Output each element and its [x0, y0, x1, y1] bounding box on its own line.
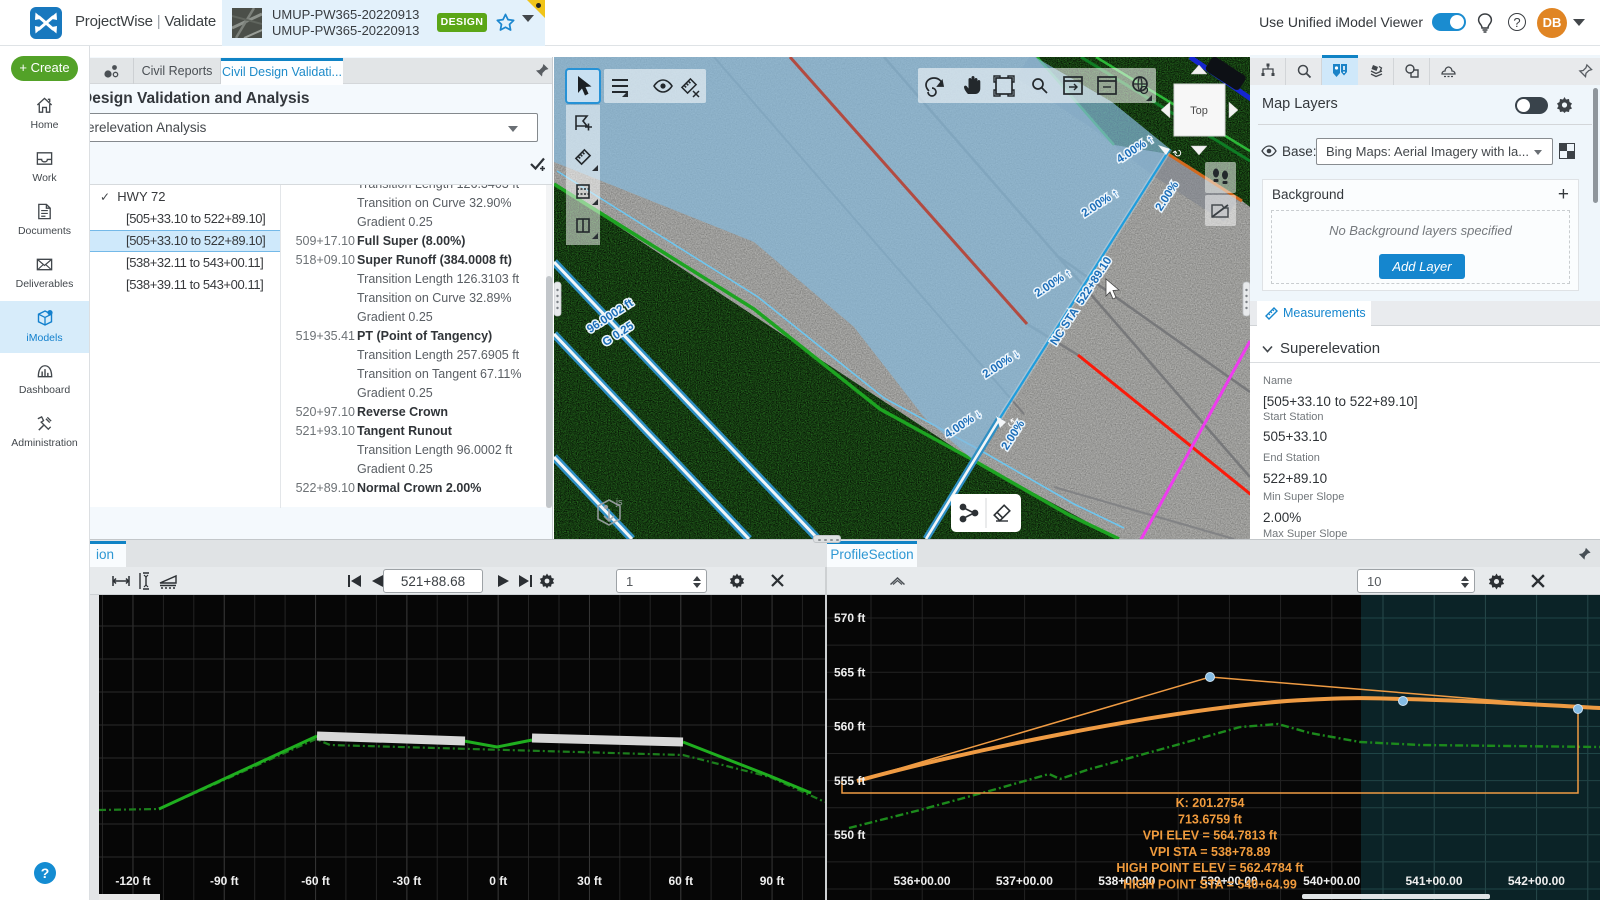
svg-text:570 ft: 570 ft: [834, 611, 865, 625]
svg-text:560 ft: 560 ft: [834, 720, 865, 734]
svg-text:536+00.00: 536+00.00: [893, 874, 950, 888]
svg-text:HIGH POINT ELEV = 562.4784 ft: HIGH POINT ELEV = 562.4784 ft: [1116, 861, 1304, 875]
svg-text:K: 201.2754: K: 201.2754: [1176, 796, 1245, 810]
svg-text:-120 ft: -120 ft: [115, 874, 150, 888]
svg-text:-60 ft: -60 ft: [301, 874, 330, 888]
svg-text:60 ft: 60 ft: [668, 874, 693, 888]
svg-text:542+00.00: 542+00.00: [1508, 874, 1565, 888]
svg-text:HIGH POINT STA = 540+64.99: HIGH POINT STA = 540+64.99: [1123, 878, 1297, 892]
svg-text:555 ft: 555 ft: [834, 774, 865, 788]
svg-text:550 ft: 550 ft: [834, 828, 865, 842]
svg-text:30 ft: 30 ft: [577, 874, 602, 888]
svg-text:VPI ELEV = 564.7813 ft: VPI ELEV = 564.7813 ft: [1143, 829, 1278, 843]
svg-text:js: js: [615, 497, 623, 507]
svg-text:-90 ft: -90 ft: [210, 874, 239, 888]
svg-text:0 ft: 0 ft: [489, 874, 507, 888]
svg-text:537+00.00: 537+00.00: [996, 874, 1053, 888]
svg-text:565 ft: 565 ft: [834, 665, 865, 679]
svg-text:541+00.00: 541+00.00: [1405, 874, 1462, 888]
svg-text:540+00.00: 540+00.00: [1303, 874, 1360, 888]
svg-text:VPI STA = 538+78.89: VPI STA = 538+78.89: [1150, 845, 1271, 859]
svg-text:713.6759 ft: 713.6759 ft: [1178, 812, 1243, 826]
svg-text:-30 ft: -30 ft: [393, 874, 422, 888]
svg-text:Top: Top: [1190, 105, 1208, 117]
svg-text:90 ft: 90 ft: [760, 874, 785, 888]
